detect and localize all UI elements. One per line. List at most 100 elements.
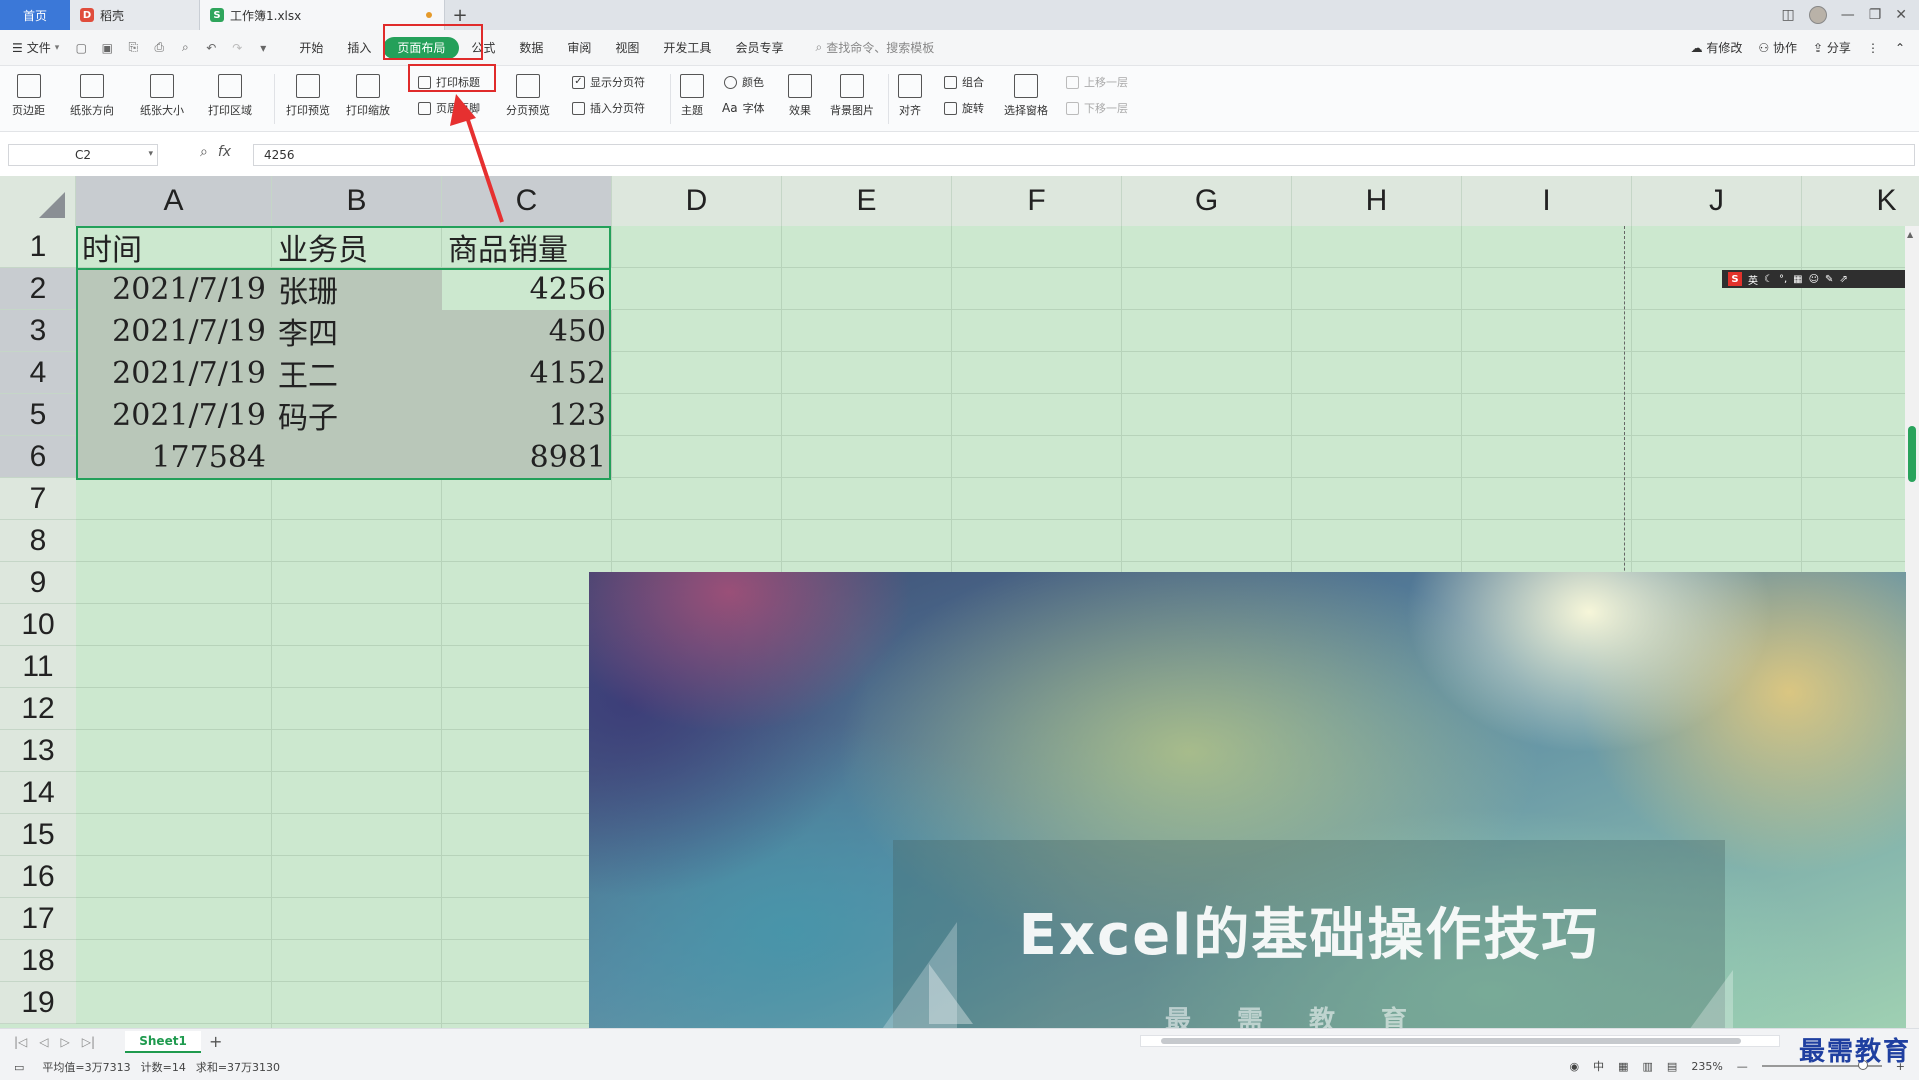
tab-data[interactable]: 数据 bbox=[507, 37, 555, 59]
row-header-1[interactable]: 1 bbox=[0, 226, 76, 268]
save-icon[interactable]: ▣ bbox=[99, 40, 115, 56]
horizontal-scrollbar[interactable] bbox=[1140, 1035, 1780, 1047]
collapse-ribbon-icon[interactable]: ⌃ bbox=[1895, 41, 1905, 55]
tab-review[interactable]: 审阅 bbox=[555, 37, 603, 59]
orientation-button[interactable]: 纸张方向 bbox=[70, 74, 114, 118]
column-header-e[interactable]: E bbox=[782, 176, 952, 226]
changes-button[interactable]: ☁ 有修改 bbox=[1691, 39, 1743, 56]
zoom-level[interactable]: 235% bbox=[1691, 1060, 1722, 1073]
send-backward-button[interactable]: 下移一层 bbox=[1066, 100, 1128, 116]
wrench-icon[interactable]: ✎ bbox=[1825, 274, 1833, 285]
normal-view-icon[interactable]: ▦ bbox=[1618, 1060, 1628, 1073]
tab-developer[interactable]: 开发工具 bbox=[651, 37, 723, 59]
punct-icon[interactable]: °, bbox=[1779, 274, 1787, 285]
undo-icon[interactable]: ↶ bbox=[203, 40, 219, 56]
scroll-up-icon[interactable]: ▲ bbox=[1907, 230, 1913, 239]
tab-insert[interactable]: 插入 bbox=[335, 37, 383, 59]
close-icon[interactable]: ✕ bbox=[1895, 7, 1907, 23]
align-button[interactable]: 对齐 bbox=[898, 74, 922, 118]
tab-home[interactable]: 首页 bbox=[0, 0, 70, 30]
fonts-button[interactable]: Aa 字体 bbox=[722, 100, 765, 116]
row-header-10[interactable]: 10 bbox=[0, 604, 76, 646]
fx-icon[interactable]: fx bbox=[218, 144, 231, 160]
row-header-12[interactable]: 12 bbox=[0, 688, 76, 730]
row-header-15[interactable]: 15 bbox=[0, 814, 76, 856]
row-header-17[interactable]: 17 bbox=[0, 898, 76, 940]
zoom-formula-icon[interactable]: ⌕ bbox=[200, 144, 208, 160]
vscroll-thumb[interactable] bbox=[1908, 426, 1916, 482]
column-header-g[interactable]: G bbox=[1122, 176, 1292, 226]
first-sheet-icon[interactable]: |◁ bbox=[14, 1035, 27, 1049]
row-header-4[interactable]: 4 bbox=[0, 352, 76, 394]
print-preview-button[interactable]: 打印预览 bbox=[286, 74, 330, 118]
background-button[interactable]: 背景图片 bbox=[830, 74, 874, 118]
theme-button[interactable]: 主题 bbox=[680, 74, 704, 118]
select-all-corner[interactable] bbox=[0, 176, 76, 226]
column-header-i[interactable]: I bbox=[1462, 176, 1632, 226]
row-header-3[interactable]: 3 bbox=[0, 310, 76, 352]
last-sheet-icon[interactable]: ▷| bbox=[82, 1035, 95, 1049]
row-header-8[interactable]: 8 bbox=[0, 520, 76, 562]
page-break-view-icon[interactable]: ▤ bbox=[1667, 1060, 1677, 1073]
share-button[interactable]: ⇪ 分享 bbox=[1813, 39, 1851, 56]
column-header-b[interactable]: B bbox=[272, 176, 442, 226]
effects-button[interactable]: 效果 bbox=[788, 74, 812, 118]
row-header-19[interactable]: 19 bbox=[0, 982, 76, 1024]
bring-forward-button[interactable]: 上移一层 bbox=[1066, 74, 1128, 90]
preview-icon[interactable]: ⌕ bbox=[177, 40, 193, 56]
new-file-icon[interactable]: ▢ bbox=[73, 40, 89, 56]
export-icon[interactable]: ⎘ bbox=[125, 40, 141, 56]
ime-toolbar[interactable]: S 英 ☾ °, ▦ ☺ ✎ ⇗ bbox=[1722, 270, 1916, 288]
prev-sheet-icon[interactable]: ◁ bbox=[39, 1035, 48, 1049]
name-box[interactable]: C2 ▾ bbox=[8, 144, 158, 166]
vertical-scrollbar[interactable]: ▲ bbox=[1905, 226, 1919, 1028]
customize-icon[interactable]: ▾ bbox=[255, 40, 271, 56]
row-header-14[interactable]: 14 bbox=[0, 772, 76, 814]
print-scale-button[interactable]: 打印缩放 bbox=[346, 74, 390, 118]
row-header-13[interactable]: 13 bbox=[0, 730, 76, 772]
column-header-f[interactable]: F bbox=[952, 176, 1122, 226]
command-search[interactable]: ⌕ 查找命令、搜索模板 bbox=[815, 39, 934, 56]
tab-home-ribbon[interactable]: 开始 bbox=[287, 37, 335, 59]
row-header-11[interactable]: 11 bbox=[0, 646, 76, 688]
row-header-18[interactable]: 18 bbox=[0, 940, 76, 982]
add-sheet-button[interactable]: + bbox=[209, 1032, 222, 1051]
user-icon[interactable]: ☺ bbox=[1809, 274, 1819, 285]
row-header-9[interactable]: 9 bbox=[0, 562, 76, 604]
show-page-breaks-checkbox[interactable]: ✓ 显示分页符 bbox=[572, 74, 645, 90]
minimize-icon[interactable]: — bbox=[1841, 7, 1855, 23]
file-menu[interactable]: ☰ 文件 ▾ bbox=[12, 39, 59, 56]
tab-daoke[interactable]: D 稻壳 bbox=[70, 0, 200, 30]
print-area-button[interactable]: 打印区域 bbox=[208, 74, 252, 118]
eye-icon[interactable]: ◉ bbox=[1570, 1060, 1580, 1073]
avatar[interactable] bbox=[1808, 6, 1827, 24]
tab-member[interactable]: 会员专享 bbox=[723, 37, 795, 59]
row-header-2[interactable]: 2 bbox=[0, 268, 76, 310]
lang-indicator[interactable]: 中 bbox=[1593, 1058, 1604, 1074]
redo-icon[interactable]: ↷ bbox=[229, 40, 245, 56]
zoom-out-icon[interactable]: — bbox=[1737, 1060, 1748, 1073]
insert-page-break-button[interactable]: 插入分页符 bbox=[572, 100, 645, 116]
keyboard-icon[interactable]: ▦ bbox=[1793, 274, 1802, 285]
column-header-j[interactable]: J bbox=[1632, 176, 1802, 226]
page-layout-view-icon[interactable]: ▥ bbox=[1643, 1060, 1653, 1073]
column-header-k[interactable]: K bbox=[1802, 176, 1919, 226]
ime-lang[interactable]: 英 bbox=[1748, 272, 1758, 287]
restore-icon[interactable]: ❐ bbox=[1869, 7, 1882, 23]
column-header-h[interactable]: H bbox=[1292, 176, 1462, 226]
paper-size-button[interactable]: 纸张大小 bbox=[140, 74, 184, 118]
rotate-button[interactable]: 旋转 bbox=[944, 100, 984, 116]
hscroll-thumb[interactable] bbox=[1161, 1038, 1741, 1044]
tab-view[interactable]: 视图 bbox=[603, 37, 651, 59]
macro-icon[interactable]: ▭ bbox=[14, 1061, 24, 1074]
row-header-16[interactable]: 16 bbox=[0, 856, 76, 898]
window-layout-icon[interactable]: ◫ bbox=[1781, 7, 1794, 23]
print-icon[interactable]: ⎙ bbox=[151, 40, 167, 56]
sheet-tab-sheet1[interactable]: Sheet1 bbox=[125, 1030, 202, 1053]
group-button[interactable]: 组合 bbox=[944, 74, 984, 90]
more-icon[interactable]: ⋮ bbox=[1867, 41, 1879, 55]
row-header-6[interactable]: 6 bbox=[0, 436, 76, 478]
colors-button[interactable]: 颜色 bbox=[724, 74, 764, 90]
selection-pane-button[interactable]: 选择窗格 bbox=[1004, 74, 1048, 118]
moon-icon[interactable]: ☾ bbox=[1764, 274, 1773, 285]
